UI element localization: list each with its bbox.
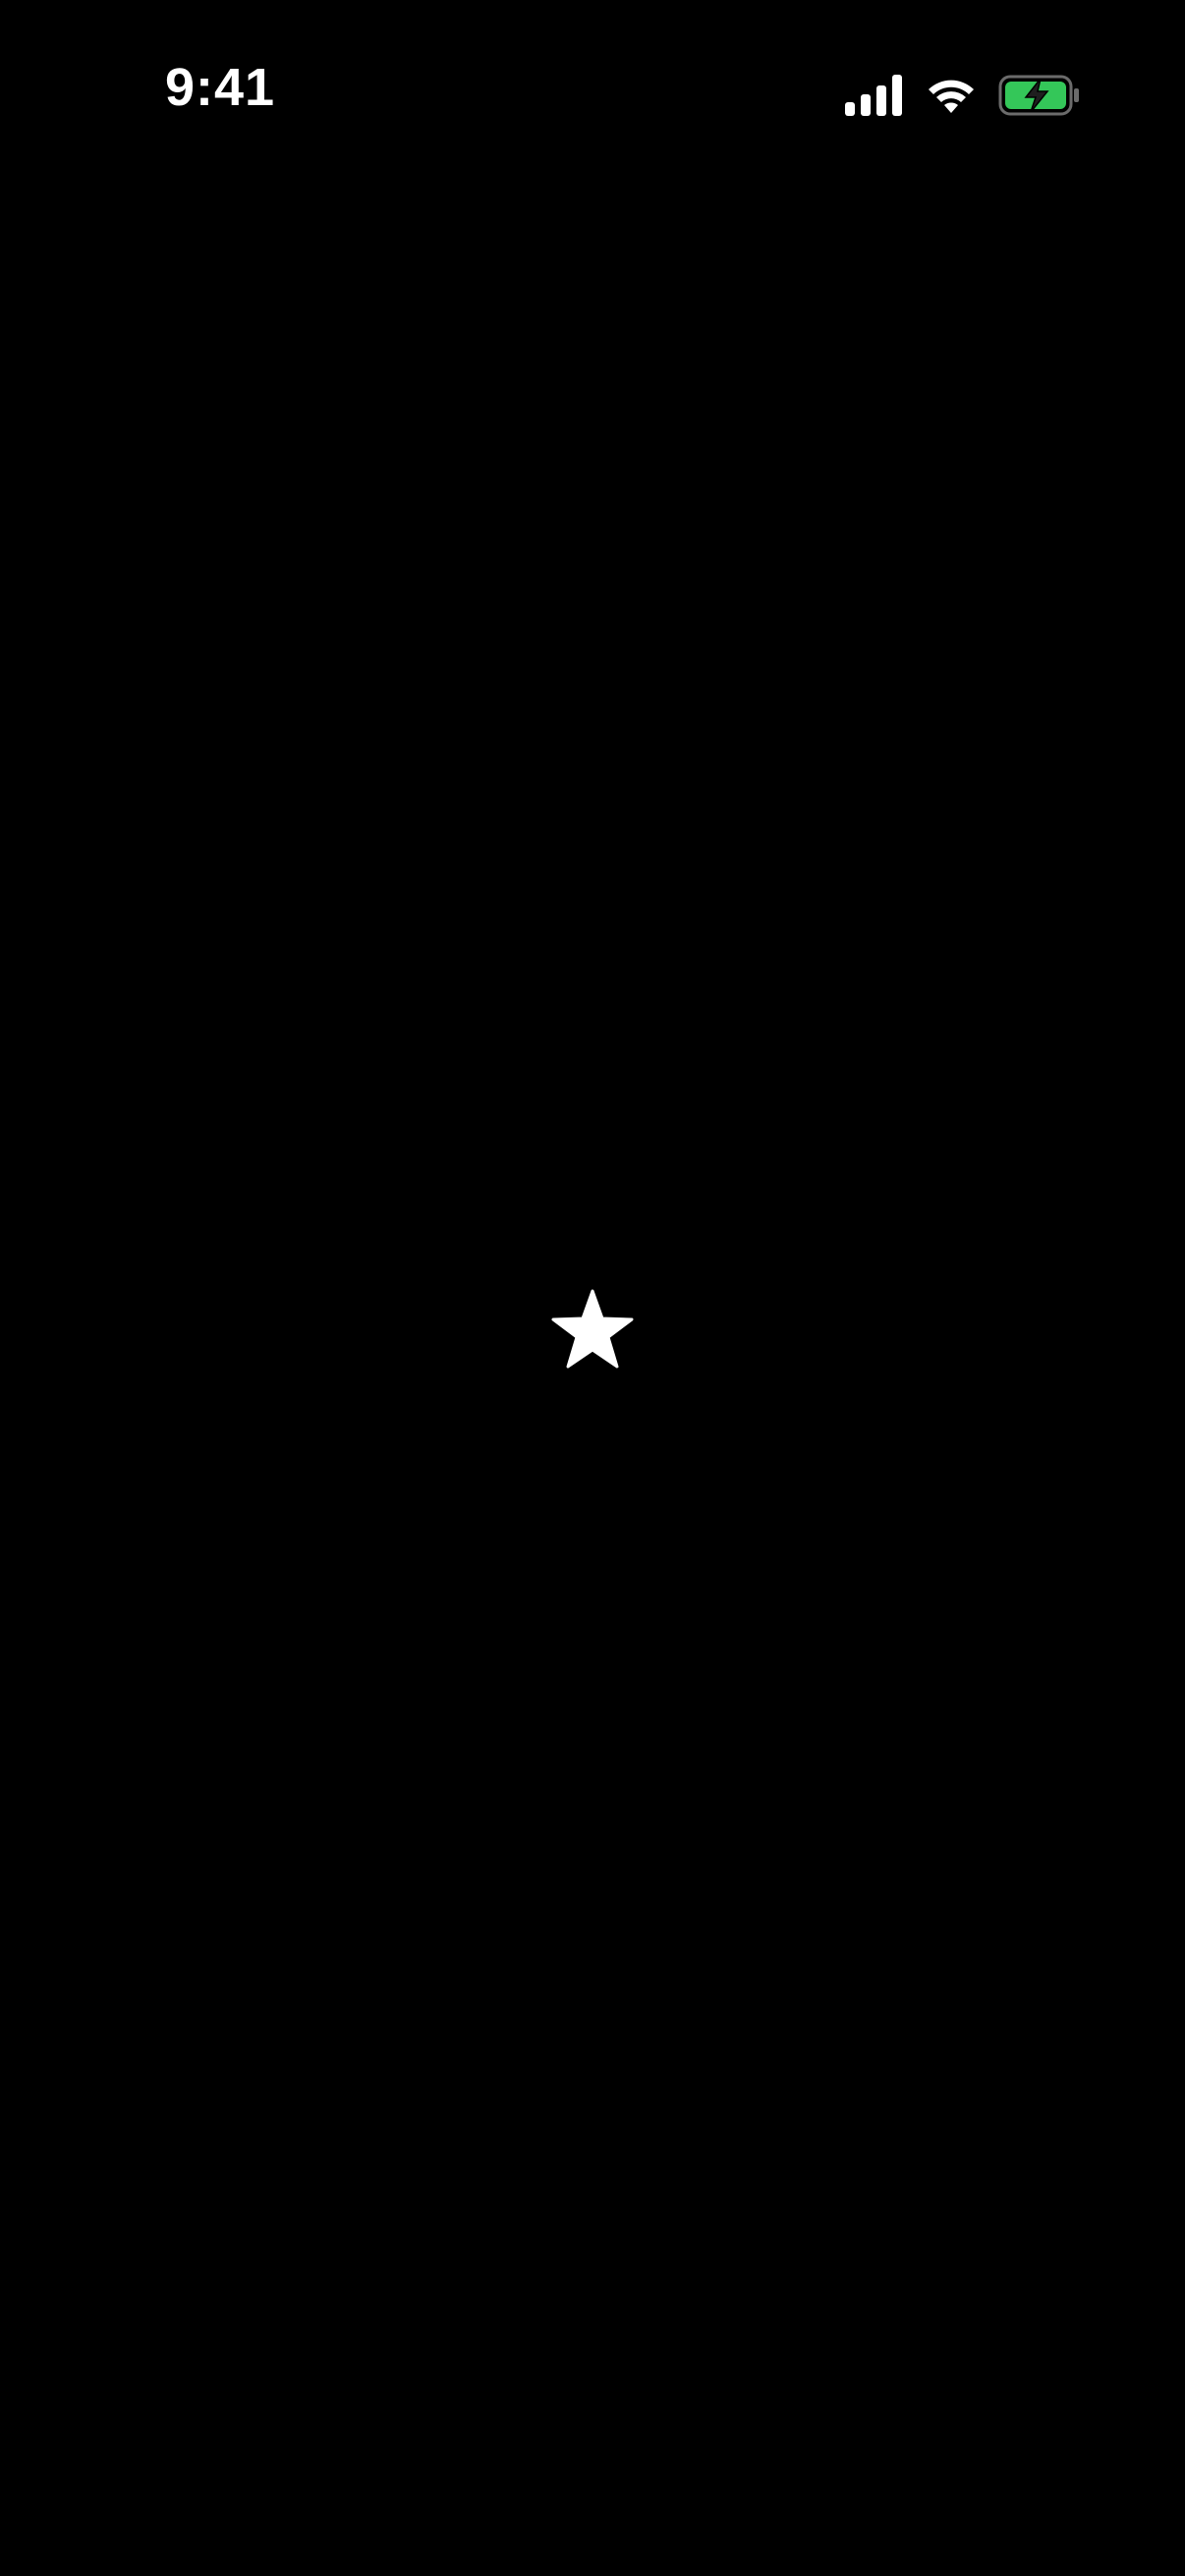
status-bar: 9:41 <box>0 0 1185 147</box>
status-time: 9:41 <box>165 58 276 117</box>
wifi-icon <box>926 76 977 115</box>
cellular-signal-icon <box>845 75 904 116</box>
battery-charging-icon <box>998 75 1081 116</box>
app-screen: 9:41 <box>0 0 1185 2576</box>
star-icon[interactable] <box>551 1289 634 1370</box>
status-icons <box>845 71 1081 120</box>
